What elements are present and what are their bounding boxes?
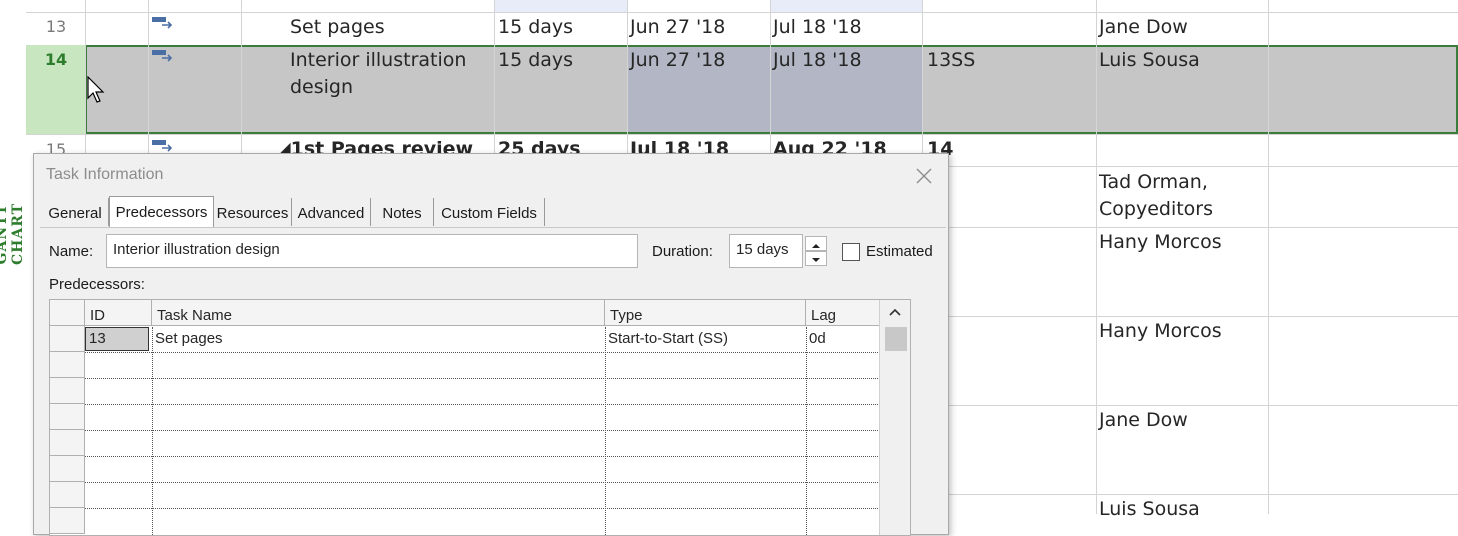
dialog-title: Task Information: [46, 166, 164, 183]
column-header-task-name[interactable]: Task Name: [152, 300, 605, 326]
task-duration[interactable]: 15 days: [498, 14, 573, 41]
duration-label: Duration:: [652, 243, 713, 260]
task-name[interactable]: Set pages: [290, 14, 385, 41]
tab-predecessors[interactable]: Predecessors: [109, 196, 214, 228]
row-header[interactable]: [50, 352, 85, 378]
pred-lag-cell[interactable]: 0d: [806, 326, 826, 352]
task-resource[interactable]: Hany Morcos: [1099, 318, 1222, 345]
row-header[interactable]: [50, 378, 85, 404]
row-header[interactable]: [50, 430, 85, 456]
task-resource[interactable]: Tad Orman,: [1099, 169, 1208, 196]
name-label: Name:: [49, 243, 94, 260]
task-resource[interactable]: Luis Sousa: [1099, 47, 1200, 74]
column-header-type[interactable]: Type: [605, 300, 806, 326]
row-header[interactable]: [50, 404, 85, 430]
tab-notes[interactable]: Notes: [371, 198, 434, 226]
auto-scheduled-task-icon: [152, 50, 173, 62]
pred-task-name-cell[interactable]: Set pages: [152, 326, 223, 352]
task-information-dialog: Task Information General Predecessors Re…: [33, 153, 949, 536]
task-duration[interactable]: 15 days: [498, 47, 573, 74]
task-finish[interactable]: Jul 18 '18: [773, 47, 862, 74]
chevron-up-icon[interactable]: [880, 300, 910, 326]
task-resource[interactable]: Hany Morcos: [1099, 229, 1222, 256]
task-finish[interactable]: Jul 18 '18: [773, 14, 862, 41]
column-highlight: [494, 0, 627, 12]
task-resource[interactable]: Luis Sousa: [1099, 496, 1200, 523]
view-side-label: GANTT CHART: [0, 202, 26, 266]
chevron-down-icon: [812, 258, 820, 262]
tab-custom-fields[interactable]: Custom Fields: [434, 198, 545, 226]
auto-scheduled-task-icon: [152, 140, 173, 152]
task-resource[interactable]: Jane Dow: [1099, 407, 1188, 434]
task-name[interactable]: Interior illustration: [290, 47, 466, 74]
row-number[interactable]: 13: [26, 17, 86, 36]
task-name-field[interactable]: Interior illustration design: [106, 234, 638, 268]
row-header[interactable]: [50, 456, 85, 482]
row-number[interactable]: 14: [26, 50, 86, 69]
tab-resources[interactable]: Resources: [214, 198, 292, 226]
table-corner[interactable]: [50, 300, 85, 326]
row-header[interactable]: [50, 326, 85, 352]
row-header[interactable]: [50, 508, 85, 534]
predecessors-table: ID Task Name Type Lag 13 Set pages Start…: [49, 299, 911, 536]
task-resource-continued: Copyeditors: [1099, 198, 1214, 220]
duration-spin-up[interactable]: [805, 236, 827, 251]
row-header[interactable]: [50, 482, 85, 508]
pred-id-cell[interactable]: 13: [85, 327, 149, 351]
tab-general[interactable]: General: [42, 198, 109, 226]
estimated-checkbox[interactable]: [842, 243, 860, 261]
scrollbar-thumb[interactable]: [885, 327, 907, 351]
auto-scheduled-task-icon: [152, 17, 173, 29]
task-start[interactable]: Jun 27 '18: [630, 47, 725, 74]
task-name-continued: design: [290, 76, 354, 98]
task-predecessors[interactable]: 13SS: [927, 47, 975, 74]
duration-field[interactable]: 15 days: [729, 234, 803, 268]
task-start[interactable]: Jun 27 '18: [630, 14, 725, 41]
mouse-pointer-icon: [87, 76, 105, 103]
duration-spin-down[interactable]: [805, 251, 827, 266]
predecessors-label: Predecessors:: [49, 276, 145, 293]
column-header-id[interactable]: ID: [85, 300, 152, 326]
table-scrollbar[interactable]: [879, 300, 910, 535]
pred-type-cell[interactable]: Start-to-Start (SS): [605, 326, 728, 352]
task-resource[interactable]: Jane Dow: [1099, 14, 1188, 41]
tab-advanced[interactable]: Advanced: [292, 198, 371, 226]
estimated-label: Estimated: [866, 243, 933, 260]
column-highlight: [770, 0, 922, 12]
close-icon[interactable]: [912, 164, 936, 188]
